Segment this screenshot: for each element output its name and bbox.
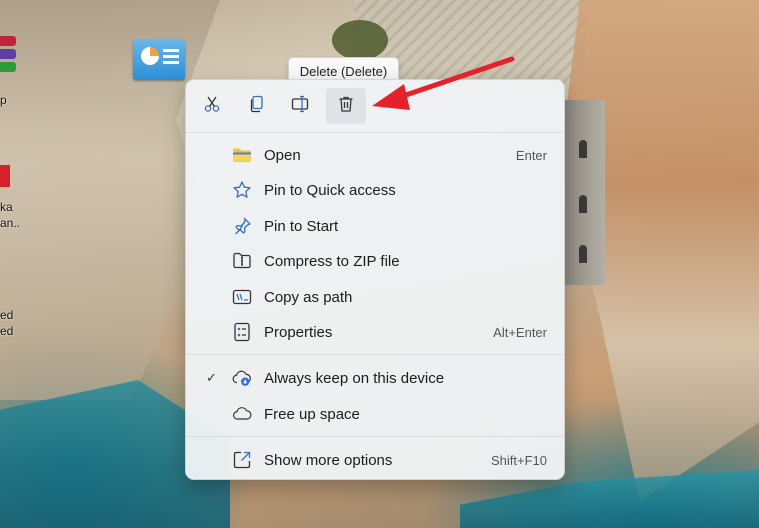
- annotation-arrow: [372, 56, 515, 110]
